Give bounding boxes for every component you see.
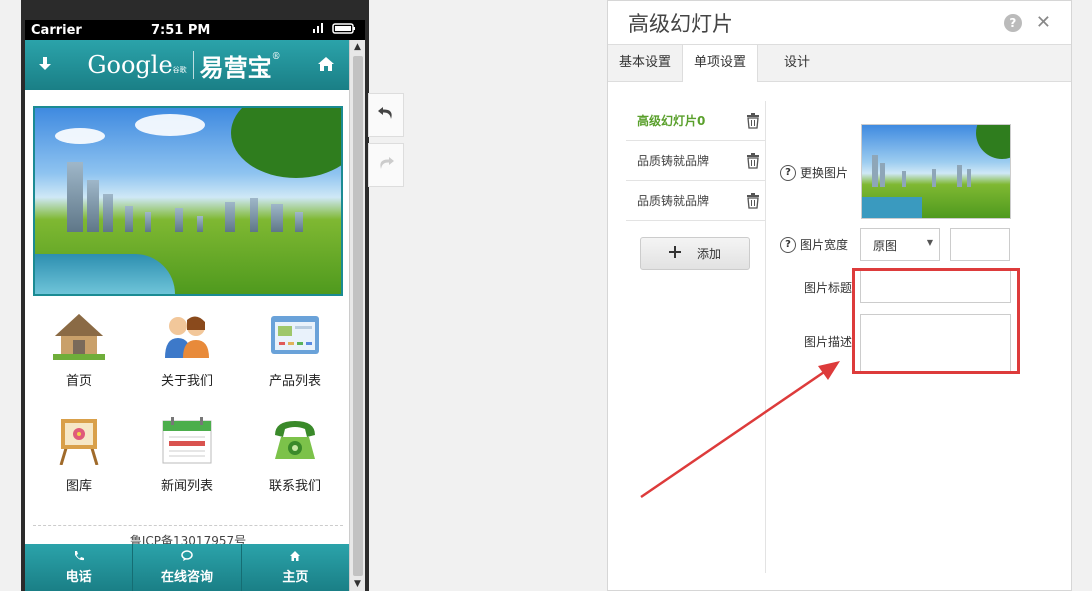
annotation-arrow (640, 361, 840, 499)
